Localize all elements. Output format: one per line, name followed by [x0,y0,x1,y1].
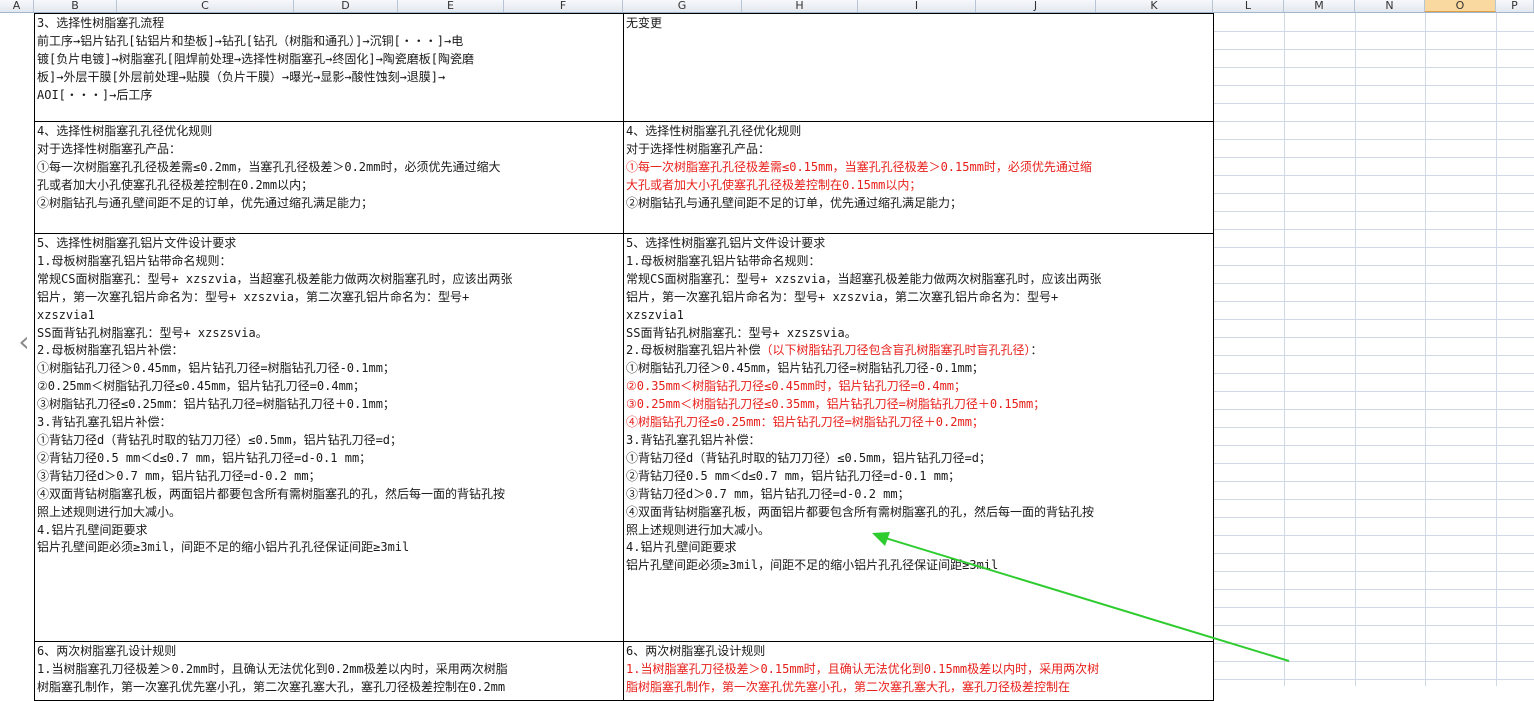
green-arrow-icon [872,532,1290,662]
